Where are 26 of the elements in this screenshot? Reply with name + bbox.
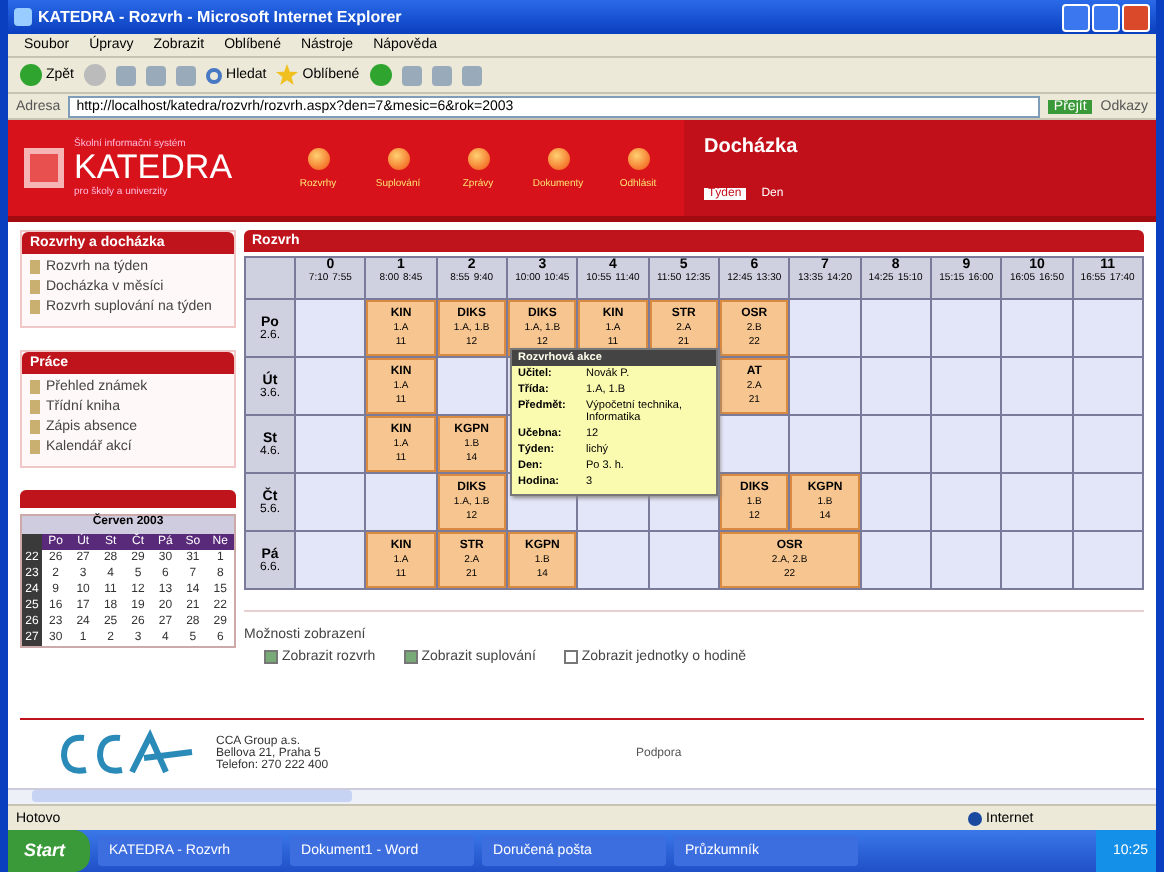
checkbox[interactable] xyxy=(563,650,578,665)
logo-text: KATEDRA xyxy=(74,150,233,187)
logo-icon xyxy=(24,148,64,189)
close-button[interactable] xyxy=(1122,3,1150,31)
checkbox[interactable] xyxy=(403,650,418,665)
history-icon[interactable] xyxy=(369,64,392,86)
maximize-button[interactable] xyxy=(1092,3,1120,31)
checkbox[interactable] xyxy=(264,650,278,665)
home-icon[interactable] xyxy=(176,65,197,85)
globe-icon xyxy=(968,811,982,825)
start-button[interactable]: Start xyxy=(8,830,90,872)
corner-cell xyxy=(246,258,294,299)
window-title: KATEDRA - Rozvrh - Microsoft Internet Explorer xyxy=(38,8,404,26)
company-logo xyxy=(56,727,196,780)
folder-icon[interactable] xyxy=(461,65,482,85)
star-icon xyxy=(276,64,299,86)
browser-icon xyxy=(14,8,32,26)
stop-icon[interactable] xyxy=(116,65,137,85)
horizontal-scrollbar[interactable] xyxy=(8,788,1156,804)
mail-icon[interactable] xyxy=(401,65,422,85)
search-icon xyxy=(206,67,223,83)
week-column-header xyxy=(22,534,42,551)
refresh-icon[interactable] xyxy=(146,65,167,85)
minimize-button[interactable] xyxy=(1062,3,1090,31)
print-icon[interactable] xyxy=(431,65,452,85)
section-title: Docházka xyxy=(704,136,800,158)
